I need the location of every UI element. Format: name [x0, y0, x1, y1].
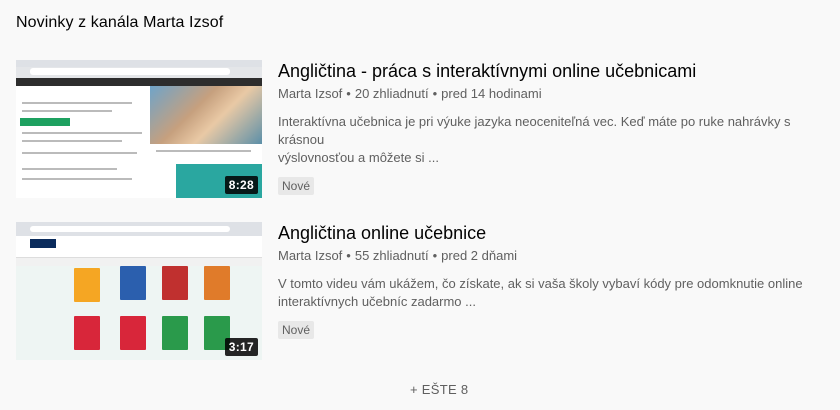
video-meta: Angličtina - práca s interaktívnymi onli…	[278, 60, 836, 198]
video-title[interactable]: Angličtina - práca s interaktívnymi onli…	[278, 58, 836, 84]
thumbnail-browser-chrome	[16, 60, 262, 78]
video-duration: 3:17	[224, 338, 258, 356]
video-thumbnail[interactable]: 8:28	[16, 60, 262, 198]
thumbnail-book	[120, 266, 146, 300]
thumbnail-book	[162, 266, 188, 300]
section-title[interactable]: Novinky z kanála Marta Izsof	[16, 14, 223, 32]
show-more-button[interactable]: + EŠTE 8	[410, 382, 468, 397]
thumbnail-logo	[30, 239, 56, 248]
description-line: interaktívnych učebníc zadarmo ...	[278, 294, 476, 309]
video-thumbnail[interactable]: 3:17	[16, 222, 262, 360]
upload-age: pred 14 hodinami	[441, 86, 542, 101]
video-byline: Marta Izsof • 20 zhliadnutí • pred 14 hodina…	[278, 86, 542, 101]
view-count: 55 zhliadnutí	[354, 248, 429, 263]
video-meta: Angličtina online učebnice Marta Izsof • 5…	[278, 222, 836, 360]
thumbnail-nav	[16, 258, 262, 266]
thumbnail-book	[120, 316, 146, 350]
thumbnail-book	[162, 316, 188, 350]
video-item: 3:17 Angličtina online učebnice Marta Iz…	[16, 222, 836, 360]
channel-name[interactable]: Marta Izsof	[278, 86, 342, 101]
video-item: 8:28 Angličtina - práca s interaktívnymi…	[16, 60, 836, 198]
thumbnail-grammar-label	[20, 118, 70, 126]
video-description: Interaktívna učebnica je pri výuke jazyk…	[278, 113, 834, 167]
channel-name[interactable]: Marta Izsof	[278, 248, 342, 263]
new-badge: Nové	[278, 321, 315, 339]
video-duration: 8:28	[224, 176, 258, 194]
view-count: 20 zhliadnutí	[354, 86, 429, 101]
thumbnail-toolbar	[16, 78, 262, 86]
video-title[interactable]: Angličtina online učebnice	[278, 220, 836, 246]
video-description: V tomto videu vám ukážem, čo získate, ak…	[278, 275, 834, 311]
thumbnail-book	[74, 268, 100, 302]
description-line: výslovnosťou a môžete si ...	[278, 150, 439, 165]
description-line: Interaktívna učebnica je pri výuke jazyk…	[278, 114, 791, 147]
thumbnail-photo	[150, 86, 262, 144]
thumbnail-book	[204, 266, 230, 300]
thumbnail-book	[74, 316, 100, 350]
video-byline: Marta Izsof • 55 zhliadnutí • pred 2 dňami	[278, 248, 518, 263]
new-badge: Nové	[278, 177, 315, 195]
description-line: V tomto videu vám ukážem, čo získate, ak…	[278, 276, 803, 291]
upload-age: pred 2 dňami	[441, 248, 518, 263]
